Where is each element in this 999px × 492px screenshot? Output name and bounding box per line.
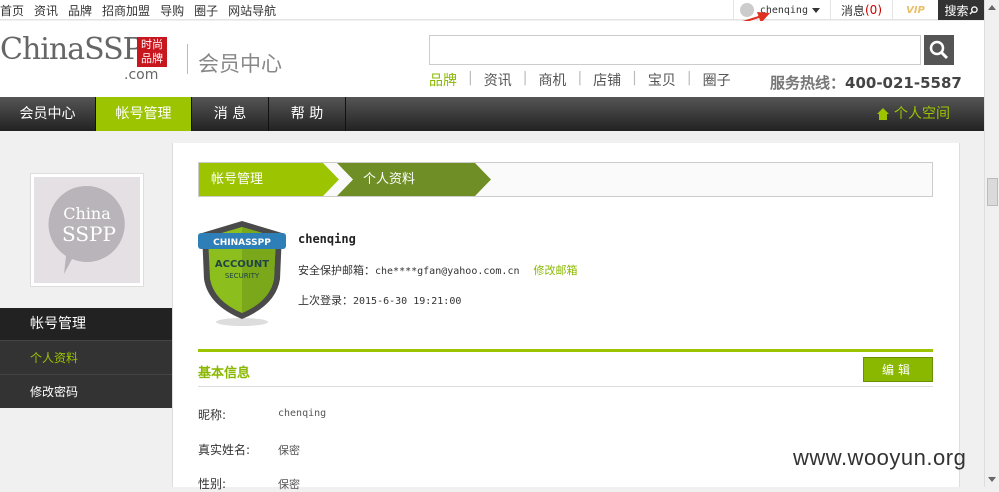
last-login-value: 2015-6-30 19:21:00: [353, 296, 462, 307]
page-scrollbar[interactable]: [984, 0, 999, 487]
account-security-shield-icon: CHINASSPP ACCOUNT SECURITY: [198, 221, 286, 326]
top-search-label: 搜索: [944, 3, 969, 18]
logo-com: .com: [124, 67, 159, 83]
category-business[interactable]: 商机: [527, 70, 577, 90]
top-link-franchise[interactable]: 招商加盟: [102, 2, 150, 19]
category-links: 品牌 | 资讯 | 商机 | 店铺 | 宝贝 | 圈子: [429, 70, 742, 90]
breadcrumb: 帐号管理 个人资料: [198, 162, 933, 197]
chevron-down-icon: [811, 7, 820, 13]
hotline-label: 服务热线：: [770, 74, 846, 92]
sidebar-item-change-password[interactable]: 修改密码: [0, 374, 172, 408]
badge-line2: SECURITY: [225, 272, 260, 280]
top-link-home[interactable]: 首页: [0, 2, 24, 19]
scroll-down-icon[interactable]: [988, 477, 996, 482]
field-value-gender: 保密: [278, 478, 300, 491]
nav-messages[interactable]: 消 息: [192, 97, 269, 131]
hotline: 服务热线：400-021-5587: [770, 72, 962, 93]
nav-account-management[interactable]: 帐号管理: [96, 97, 192, 131]
avatar-text-line2: SSPP: [62, 222, 116, 246]
category-brand[interactable]: 品牌: [429, 70, 468, 90]
logo-badge: 时尚品牌: [137, 37, 167, 67]
section-bottom-line: [198, 386, 933, 387]
search-icon: [968, 5, 978, 15]
field-value-nickname: chenqing: [278, 408, 327, 419]
member-center-title: 会员中心: [198, 52, 282, 76]
top-link-site-nav[interactable]: 网站导航: [228, 2, 276, 19]
basic-info-title: 基本信息: [198, 366, 251, 381]
category-circle[interactable]: 圈子: [692, 70, 742, 90]
email-label: 安全保护邮箱：: [298, 264, 375, 277]
search-input[interactable]: [429, 35, 921, 65]
search-icon: [929, 40, 949, 60]
change-email-link[interactable]: 修改邮箱: [534, 264, 578, 277]
top-link-news[interactable]: 资讯: [34, 2, 58, 19]
field-label-nickname: 昵称:: [198, 408, 227, 422]
breadcrumb-account[interactable]: 帐号管理: [199, 163, 339, 196]
email-value: che****gfan@yahoo.com.cn: [375, 266, 520, 277]
top-link-brands[interactable]: 品牌: [68, 2, 92, 19]
section-divider: [198, 349, 933, 352]
home-icon: [877, 108, 889, 120]
breadcrumb-profile: 个人资料: [337, 163, 491, 196]
avatar-text-line1: China: [63, 204, 111, 223]
scroll-up-icon[interactable]: [988, 5, 996, 10]
watermark: www.wooyun.org: [793, 445, 967, 470]
sidebar-item-profile[interactable]: 个人资料: [0, 340, 172, 374]
last-login-row: 上次登录：2015-6-30 19:21:00: [298, 292, 461, 308]
messages-count: (0): [865, 3, 882, 17]
personal-space-label: 个人空间: [894, 106, 950, 122]
nav-help[interactable]: 帮 助: [269, 97, 346, 131]
badge-line1: ACCOUNT: [215, 259, 269, 270]
badge-top-text: CHINASSPP: [213, 238, 271, 248]
category-items[interactable]: 宝贝: [637, 70, 687, 90]
top-bar: 首页 资讯 品牌 招商加盟 导购 圈子 网站导航 chenqing 消息 (0)…: [0, 0, 984, 20]
top-link-circle[interactable]: 圈子: [194, 2, 218, 19]
sidebar-menu: 帐号管理 个人资料 修改密码: [0, 308, 172, 408]
category-shops[interactable]: 店铺: [582, 70, 632, 90]
scroll-thumb[interactable]: [987, 178, 998, 206]
hotline-number: 400-021-5587: [845, 74, 962, 92]
field-label-gender: 性别:: [198, 477, 227, 491]
last-login-label: 上次登录：: [298, 294, 353, 307]
top-link-shopping-guide[interactable]: 导购: [160, 2, 184, 19]
messages-link[interactable]: 消息 (0): [829, 0, 892, 20]
nav-member-center[interactable]: 会员中心: [0, 97, 96, 131]
sidebar-section-title: 帐号管理: [0, 308, 172, 340]
vip-link[interactable]: VIP: [892, 0, 938, 20]
top-links: 首页 资讯 品牌 招商加盟 导购 圈子 网站导航: [0, 2, 276, 19]
field-label-realname: 真实姓名:: [198, 443, 251, 457]
personal-space-link[interactable]: 个人空间: [876, 97, 950, 131]
top-search-button[interactable]: 搜索: [938, 0, 984, 20]
account-username: chenqing: [298, 232, 356, 246]
header-divider: [187, 44, 188, 74]
main-nav: 会员中心 帐号管理 消 息 帮 助 个人空间: [0, 97, 984, 131]
avatar-text: China SSPP: [62, 204, 116, 246]
field-value-realname: 保密: [278, 444, 300, 457]
email-row: 安全保护邮箱：che****gfan@yahoo.com.cn 修改邮箱: [298, 262, 578, 278]
search-button[interactable]: [924, 35, 954, 65]
edit-button[interactable]: 编辑: [863, 357, 933, 382]
messages-label: 消息: [840, 3, 865, 18]
category-news[interactable]: 资讯: [473, 70, 523, 90]
